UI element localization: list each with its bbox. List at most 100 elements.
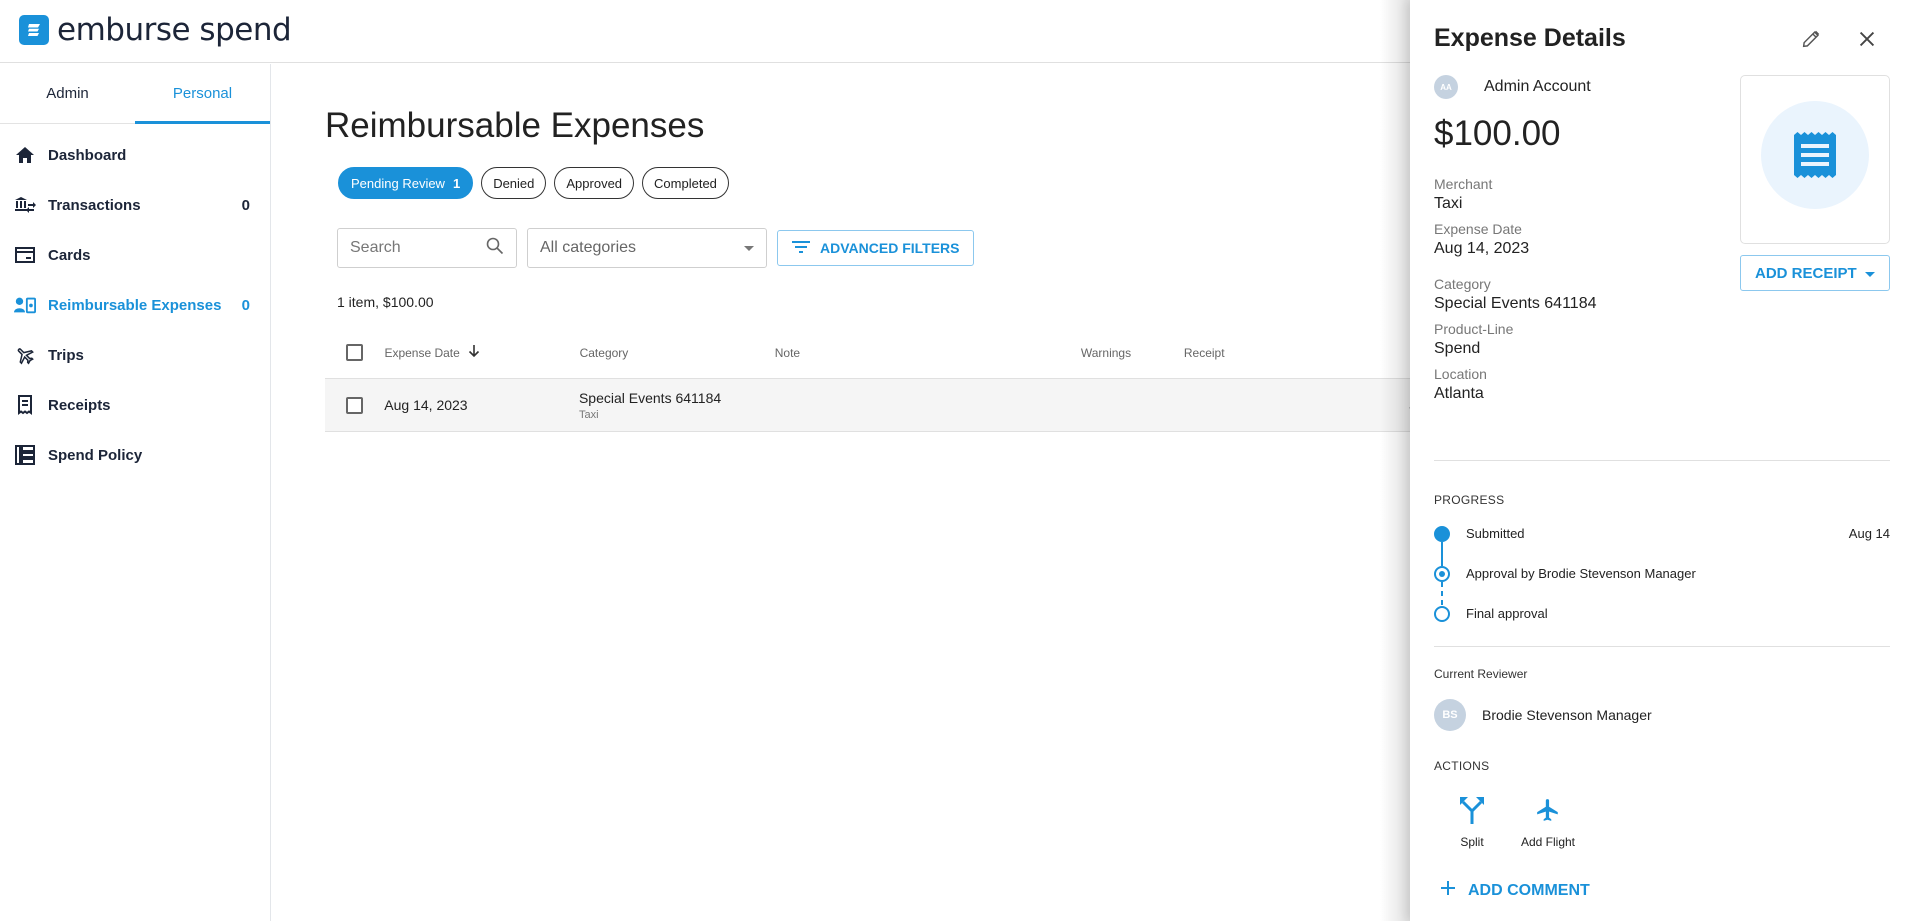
sidebar-item-receipts[interactable]: Receipts bbox=[0, 380, 270, 430]
arrow-down-icon bbox=[468, 344, 480, 361]
sidebar-item-reimbursable-expenses[interactable]: Reimbursable Expenses 0 bbox=[0, 280, 270, 330]
field-label: Expense Date bbox=[1434, 221, 1522, 237]
current-reviewer: BS Brodie Stevenson Manager bbox=[1434, 699, 1652, 731]
field-location: Location Atlanta bbox=[1434, 366, 1724, 403]
row-category-name: Special Events 641184 bbox=[578, 389, 722, 406]
sidebar-item-transactions[interactable]: Transactions 0 bbox=[0, 180, 270, 230]
close-icon[interactable] bbox=[1856, 28, 1880, 52]
avatar: AA bbox=[1434, 75, 1458, 99]
card-icon bbox=[14, 244, 36, 266]
step-connector bbox=[1441, 582, 1443, 606]
column-category[interactable]: Category bbox=[580, 346, 775, 360]
field-value: Taxi bbox=[1434, 195, 1463, 212]
tab-admin[interactable]: Admin bbox=[0, 64, 135, 123]
page-title: Reimbursable Expenses bbox=[325, 106, 705, 145]
column-note[interactable]: Note bbox=[775, 346, 1081, 360]
sidebar-item-trips[interactable]: Trips bbox=[0, 330, 270, 380]
avatar: BS bbox=[1434, 699, 1466, 731]
sidebar-tabs: Admin Personal bbox=[0, 64, 270, 124]
edit-icon[interactable] bbox=[1800, 28, 1824, 52]
sidebar-item-label: Receipts bbox=[48, 396, 111, 414]
bank-transfer-icon bbox=[14, 194, 36, 216]
sidebar-item-cards[interactable]: Cards bbox=[0, 230, 270, 280]
chip-denied[interactable]: Denied bbox=[481, 167, 547, 199]
sidebar-item-label: Dashboard bbox=[48, 146, 127, 164]
sidebar-item-label: Trips bbox=[48, 346, 84, 364]
column-expense-date[interactable]: Expense Date bbox=[384, 344, 579, 361]
split-icon bbox=[1457, 795, 1487, 825]
column-receipt[interactable]: Receipt bbox=[1184, 346, 1382, 360]
plane-icon bbox=[14, 344, 36, 366]
add-receipt-button[interactable]: ADD RECEIPT bbox=[1740, 255, 1890, 291]
step-done-icon bbox=[1434, 526, 1450, 542]
sidebar-item-label: Cards bbox=[48, 246, 91, 264]
chip-pending-review[interactable]: Pending Review 1 bbox=[338, 167, 474, 199]
step-label: Approval by Brodie Stevenson Manager bbox=[1466, 566, 1696, 581]
home-icon bbox=[14, 144, 36, 166]
sidebar-item-spend-policy[interactable]: Spend Policy bbox=[0, 430, 270, 480]
chevron-down-icon bbox=[744, 239, 754, 257]
column-label: Expense Date bbox=[384, 345, 460, 360]
reimbursable-icon bbox=[14, 294, 36, 316]
step-label: Final approval bbox=[1466, 606, 1548, 621]
reimbursable-count: 0 bbox=[241, 296, 250, 314]
step-pending-icon bbox=[1434, 606, 1450, 622]
split-button[interactable]: Split bbox=[1434, 795, 1510, 849]
tab-personal[interactable]: Personal bbox=[135, 64, 270, 124]
chip-completed[interactable]: Completed bbox=[642, 167, 729, 199]
advanced-filters-button[interactable]: ADVANCED FILTERS bbox=[777, 230, 975, 266]
expense-fields: Merchant Taxi Expense Date Aug 14, 2023 … bbox=[1434, 176, 1724, 411]
receipt-placeholder[interactable] bbox=[1740, 75, 1890, 244]
sidebar: Admin Personal Dashboard Transactions 0 bbox=[0, 64, 271, 921]
sidebar-item-label: Transactions bbox=[48, 196, 141, 214]
action-label: Split bbox=[1460, 835, 1484, 849]
add-comment-button[interactable]: ADD COMMENT bbox=[1440, 880, 1590, 901]
field-value: Spend bbox=[1434, 340, 1481, 357]
add-flight-button[interactable]: Add Flight bbox=[1510, 795, 1586, 849]
filter-bar: All categories ADVANCED FILTERS bbox=[337, 228, 975, 268]
chip-approved[interactable]: Approved bbox=[554, 167, 635, 199]
chip-count: 1 bbox=[452, 175, 461, 191]
reviewer-name: Brodie Stevenson Manager bbox=[1482, 707, 1652, 723]
expense-amount: $100.00 bbox=[1434, 114, 1561, 153]
progress-step: Submitted Aug 14 bbox=[1434, 524, 1890, 566]
row-category: Special Events 641184 Taxi bbox=[579, 390, 774, 421]
plus-icon bbox=[1440, 880, 1456, 901]
category-select[interactable]: All categories bbox=[527, 228, 767, 268]
actions: Split Add Flight bbox=[1434, 795, 1586, 849]
submitter: AA Admin Account bbox=[1434, 75, 1591, 99]
table-row[interactable]: Aug 14, 2023 Special Events 641184 Taxi … bbox=[325, 379, 1425, 432]
step-connector bbox=[1441, 542, 1443, 566]
advanced-filters-label: ADVANCED FILTERS bbox=[820, 240, 960, 256]
sidebar-item-dashboard[interactable]: Dashboard bbox=[0, 130, 270, 180]
sidebar-nav: Dashboard Transactions 0 Cards Reimbursa… bbox=[0, 130, 270, 480]
select-all-checkbox[interactable] bbox=[346, 344, 364, 361]
search-field[interactable] bbox=[337, 228, 517, 268]
receipt-icon bbox=[1794, 131, 1836, 178]
actions-label: ACTIONS bbox=[1434, 759, 1490, 773]
field-expense-date: Expense Date Aug 14, 2023 bbox=[1434, 221, 1724, 258]
search-icon[interactable] bbox=[486, 237, 504, 260]
step-label: Submitted bbox=[1466, 526, 1525, 541]
field-label: Product-Line bbox=[1434, 321, 1514, 337]
filter-icon bbox=[792, 240, 810, 257]
app: emburse spend Admin Personal Dashboard T… bbox=[0, 0, 1906, 921]
field-label: Location bbox=[1434, 366, 1487, 382]
progress-label: PROGRESS bbox=[1434, 493, 1505, 507]
drawer-shadow bbox=[1380, 0, 1410, 921]
action-label: Add Flight bbox=[1520, 835, 1576, 849]
field-value: Aug 14, 2023 bbox=[1434, 240, 1530, 257]
field-label: Merchant bbox=[1434, 176, 1493, 192]
category-select-value: All categories bbox=[540, 239, 637, 256]
sidebar-item-label: Reimbursable Expenses bbox=[48, 296, 222, 314]
column-warnings[interactable]: Warnings bbox=[1081, 346, 1184, 360]
row-merchant: Taxi bbox=[578, 408, 599, 421]
sidebar-item-label: Spend Policy bbox=[48, 446, 143, 464]
logo[interactable]: emburse spend bbox=[19, 12, 292, 48]
receipt-icon bbox=[14, 394, 36, 416]
row-date: Aug 14, 2023 bbox=[384, 397, 468, 413]
row-checkbox[interactable] bbox=[346, 396, 364, 414]
step-date: Aug 14 bbox=[1848, 526, 1890, 541]
progress-step: Approval by Brodie Stevenson Manager bbox=[1434, 564, 1890, 606]
search-input[interactable] bbox=[350, 239, 486, 257]
